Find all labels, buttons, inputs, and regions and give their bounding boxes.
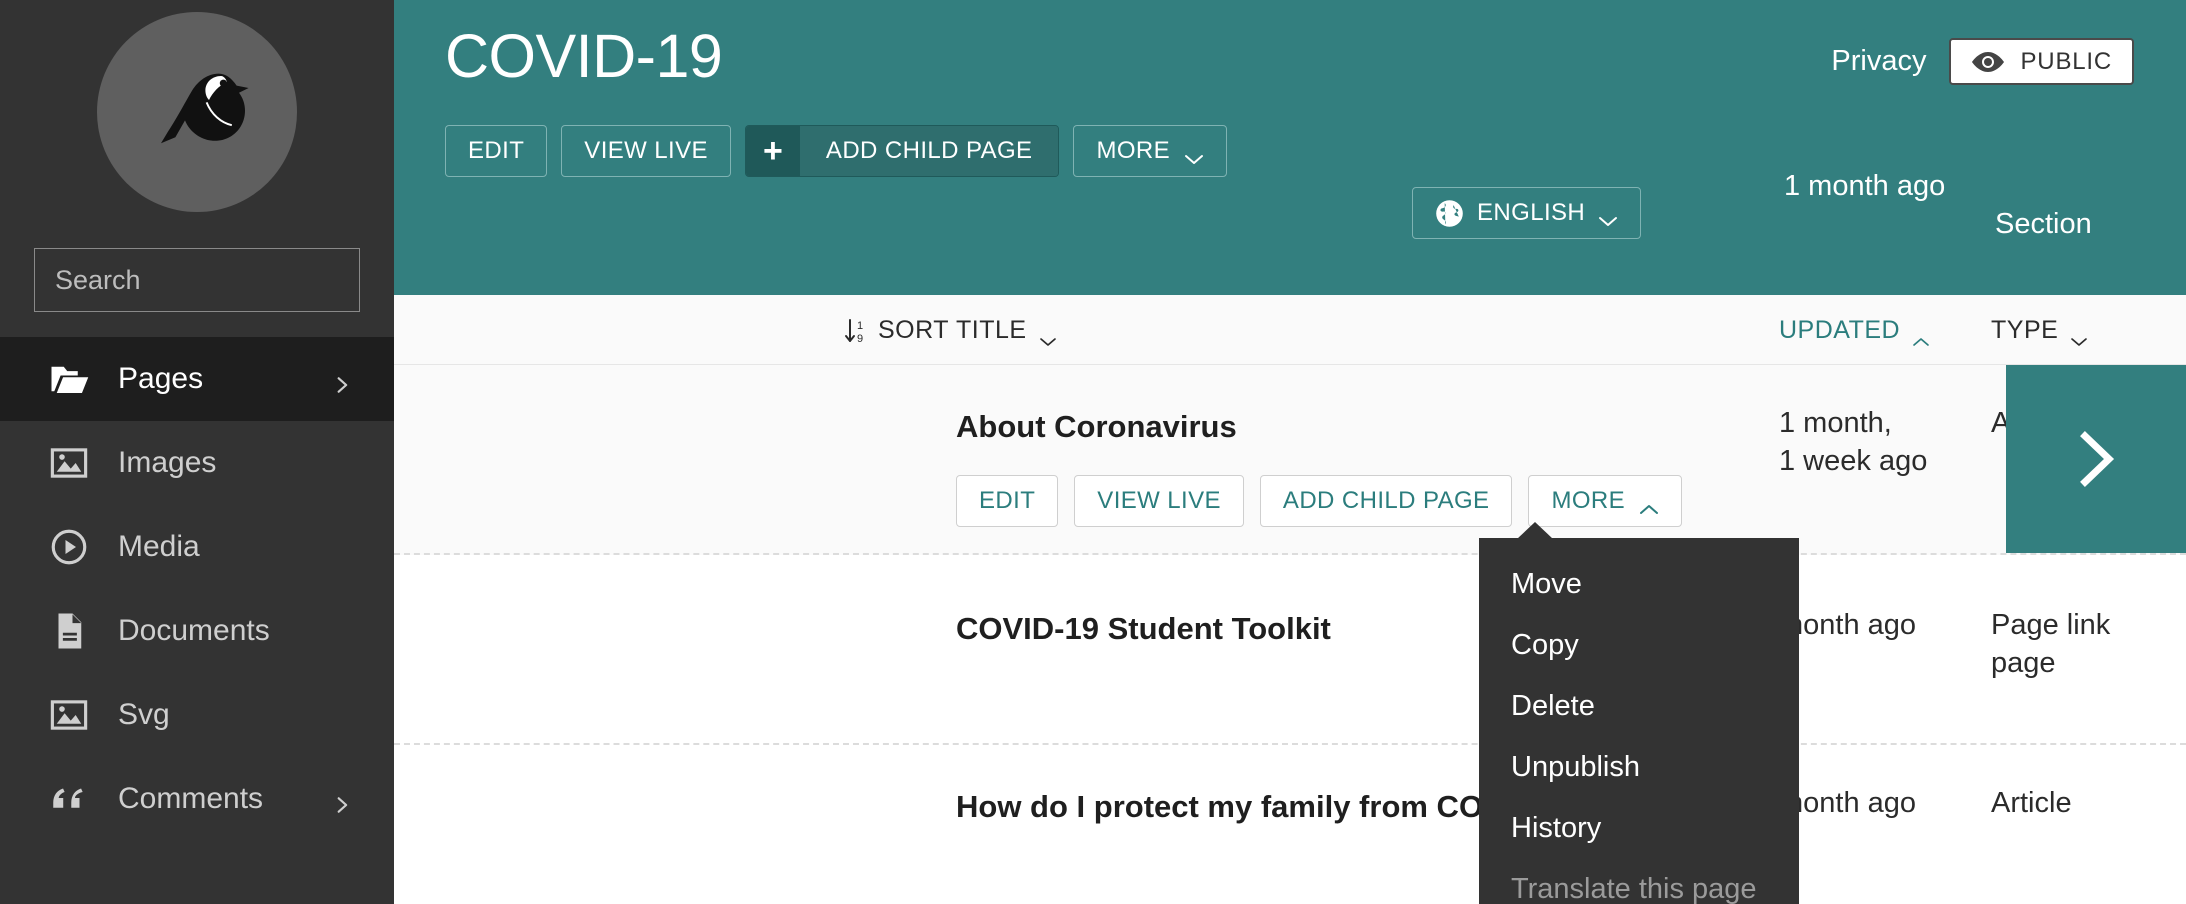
page-list: About Coronavirus EDIT VIEW LIVE ADD CHI…: [394, 365, 2186, 904]
sidebar-item-label: Pages: [118, 362, 204, 395]
row-more-label: MORE: [1551, 487, 1626, 514]
eye-icon: [1971, 51, 2005, 73]
table-row: How do I protect my family from COV mont…: [394, 745, 2186, 904]
svg-text:1: 1: [857, 320, 864, 332]
sidebar-item-label: Comments: [118, 782, 264, 815]
sidebar-item-documents[interactable]: Documents: [0, 589, 394, 673]
table-header-row: 1 9 SORT TITLE UPDATED TYPE: [394, 295, 2186, 365]
row-updated: 1 month, 1 week ago: [1779, 407, 1928, 477]
header-updated: 1 month ago: [1784, 170, 1946, 202]
column-header-updated[interactable]: UPDATED: [1779, 316, 1930, 346]
menu-item-delete[interactable]: Delete: [1479, 676, 1799, 737]
folder-open-icon: [48, 358, 90, 400]
wagtail-admin-page: Pages Images: [0, 0, 2186, 904]
chevron-down-icon: [2070, 325, 2088, 346]
menu-item-move[interactable]: Move: [1479, 554, 1799, 615]
privacy-value: PUBLIC: [2020, 47, 2112, 75]
svg-text:9: 9: [857, 333, 864, 345]
privacy-status-button[interactable]: PUBLIC: [1948, 38, 2134, 85]
chevron-up-icon: [1912, 325, 1930, 346]
row-title[interactable]: COVID-19 Student Toolkit: [956, 611, 1331, 647]
header-meta: 1 month ago Section LIVE: [394, 168, 2186, 268]
column-header-updated-label: UPDATED: [1779, 316, 1901, 344]
chevron-right-icon: [332, 789, 352, 813]
sidebar-item-comments[interactable]: Comments: [0, 757, 394, 841]
dropdown-arrow-icon: [1517, 522, 1553, 539]
sidebar: Pages Images: [0, 0, 394, 904]
page-title: COVID-19: [445, 22, 723, 90]
privacy-control: Privacy PUBLIC: [1831, 38, 2134, 85]
row-updated: month ago: [1779, 609, 1917, 641]
play-circle-icon: [48, 526, 90, 568]
row-children-button[interactable]: [2006, 365, 2186, 553]
column-header-title[interactable]: TITLE: [956, 316, 1057, 346]
header-type: Section: [1995, 208, 2092, 240]
sidebar-item-images[interactable]: Images: [0, 421, 394, 505]
quote-icon: [48, 778, 90, 820]
search-container: [0, 212, 394, 312]
column-header-title-label: TITLE: [956, 316, 1027, 344]
chevron-down-icon: [1039, 325, 1057, 346]
sort-icon: 1 9: [844, 317, 870, 345]
sidebar-item-media[interactable]: Media: [0, 505, 394, 589]
main-content: COVID-19 EDIT VIEW LIVE + ADD CHILD PAGE…: [394, 0, 2186, 904]
sidebar-nav: Pages Images Media Documents Svg Comment…: [0, 337, 394, 841]
column-header-type-label: TYPE: [1991, 316, 2059, 344]
document-icon: [48, 610, 90, 652]
row-type: Page link page: [1991, 609, 2111, 679]
image-icon: [48, 442, 90, 484]
menu-item-translate-this-page: Translate this page: [1511, 873, 1757, 904]
menu-item-history[interactable]: History: [1479, 798, 1799, 859]
table-row: COVID-19 Student Toolkit month ago Page …: [394, 555, 2186, 745]
sidebar-item-label: Svg: [118, 698, 170, 731]
sidebar-item-svg[interactable]: Svg: [0, 673, 394, 757]
more-label: MORE: [1096, 137, 1171, 164]
column-header-type[interactable]: TYPE: [1991, 316, 2088, 346]
chevron-right-icon: [332, 369, 352, 393]
row-add-child-page-button[interactable]: ADD CHILD PAGE: [1259, 475, 1513, 527]
menu-item-unpublish[interactable]: Unpublish: [1479, 737, 1799, 798]
column-header-sort-label: SORT: [878, 316, 949, 344]
logo-container[interactable]: [0, 0, 394, 212]
row-updated: month ago: [1779, 787, 1917, 819]
chevron-up-icon: [1639, 495, 1659, 514]
row-type: Article: [1991, 787, 2072, 819]
sidebar-item-pages[interactable]: Pages: [0, 337, 394, 421]
row-title[interactable]: About Coronavirus: [956, 409, 1237, 445]
sidebar-item-label: Media: [118, 530, 200, 563]
bird-logo-icon: [97, 12, 297, 212]
sidebar-item-label: Images: [118, 446, 217, 479]
search-input[interactable]: [55, 264, 394, 296]
more-dropdown-menu: Move Copy Delete Unpublish History Trans…: [1479, 522, 1799, 904]
page-header: COVID-19 EDIT VIEW LIVE + ADD CHILD PAGE…: [394, 0, 2186, 295]
chevron-down-icon: [1184, 145, 1204, 164]
row-title[interactable]: How do I protect my family from COV: [956, 789, 1504, 825]
chevron-right-icon: [2080, 431, 2115, 487]
privacy-label: Privacy: [1831, 45, 1927, 77]
search-box[interactable]: [34, 248, 394, 312]
menu-item-copy[interactable]: Copy: [1479, 615, 1799, 676]
image-icon: [48, 694, 90, 736]
table-row: About Coronavirus EDIT VIEW LIVE ADD CHI…: [394, 365, 2186, 555]
column-header-sort[interactable]: 1 9 SORT: [844, 316, 949, 345]
row-action-bar: EDIT VIEW LIVE ADD CHILD PAGE MORE: [956, 475, 1683, 527]
row-view-live-button[interactable]: VIEW LIVE: [1074, 475, 1244, 527]
row-more-button[interactable]: MORE: [1528, 475, 1683, 527]
sidebar-item-label: Documents: [118, 614, 270, 647]
row-edit-button[interactable]: EDIT: [956, 475, 1059, 527]
